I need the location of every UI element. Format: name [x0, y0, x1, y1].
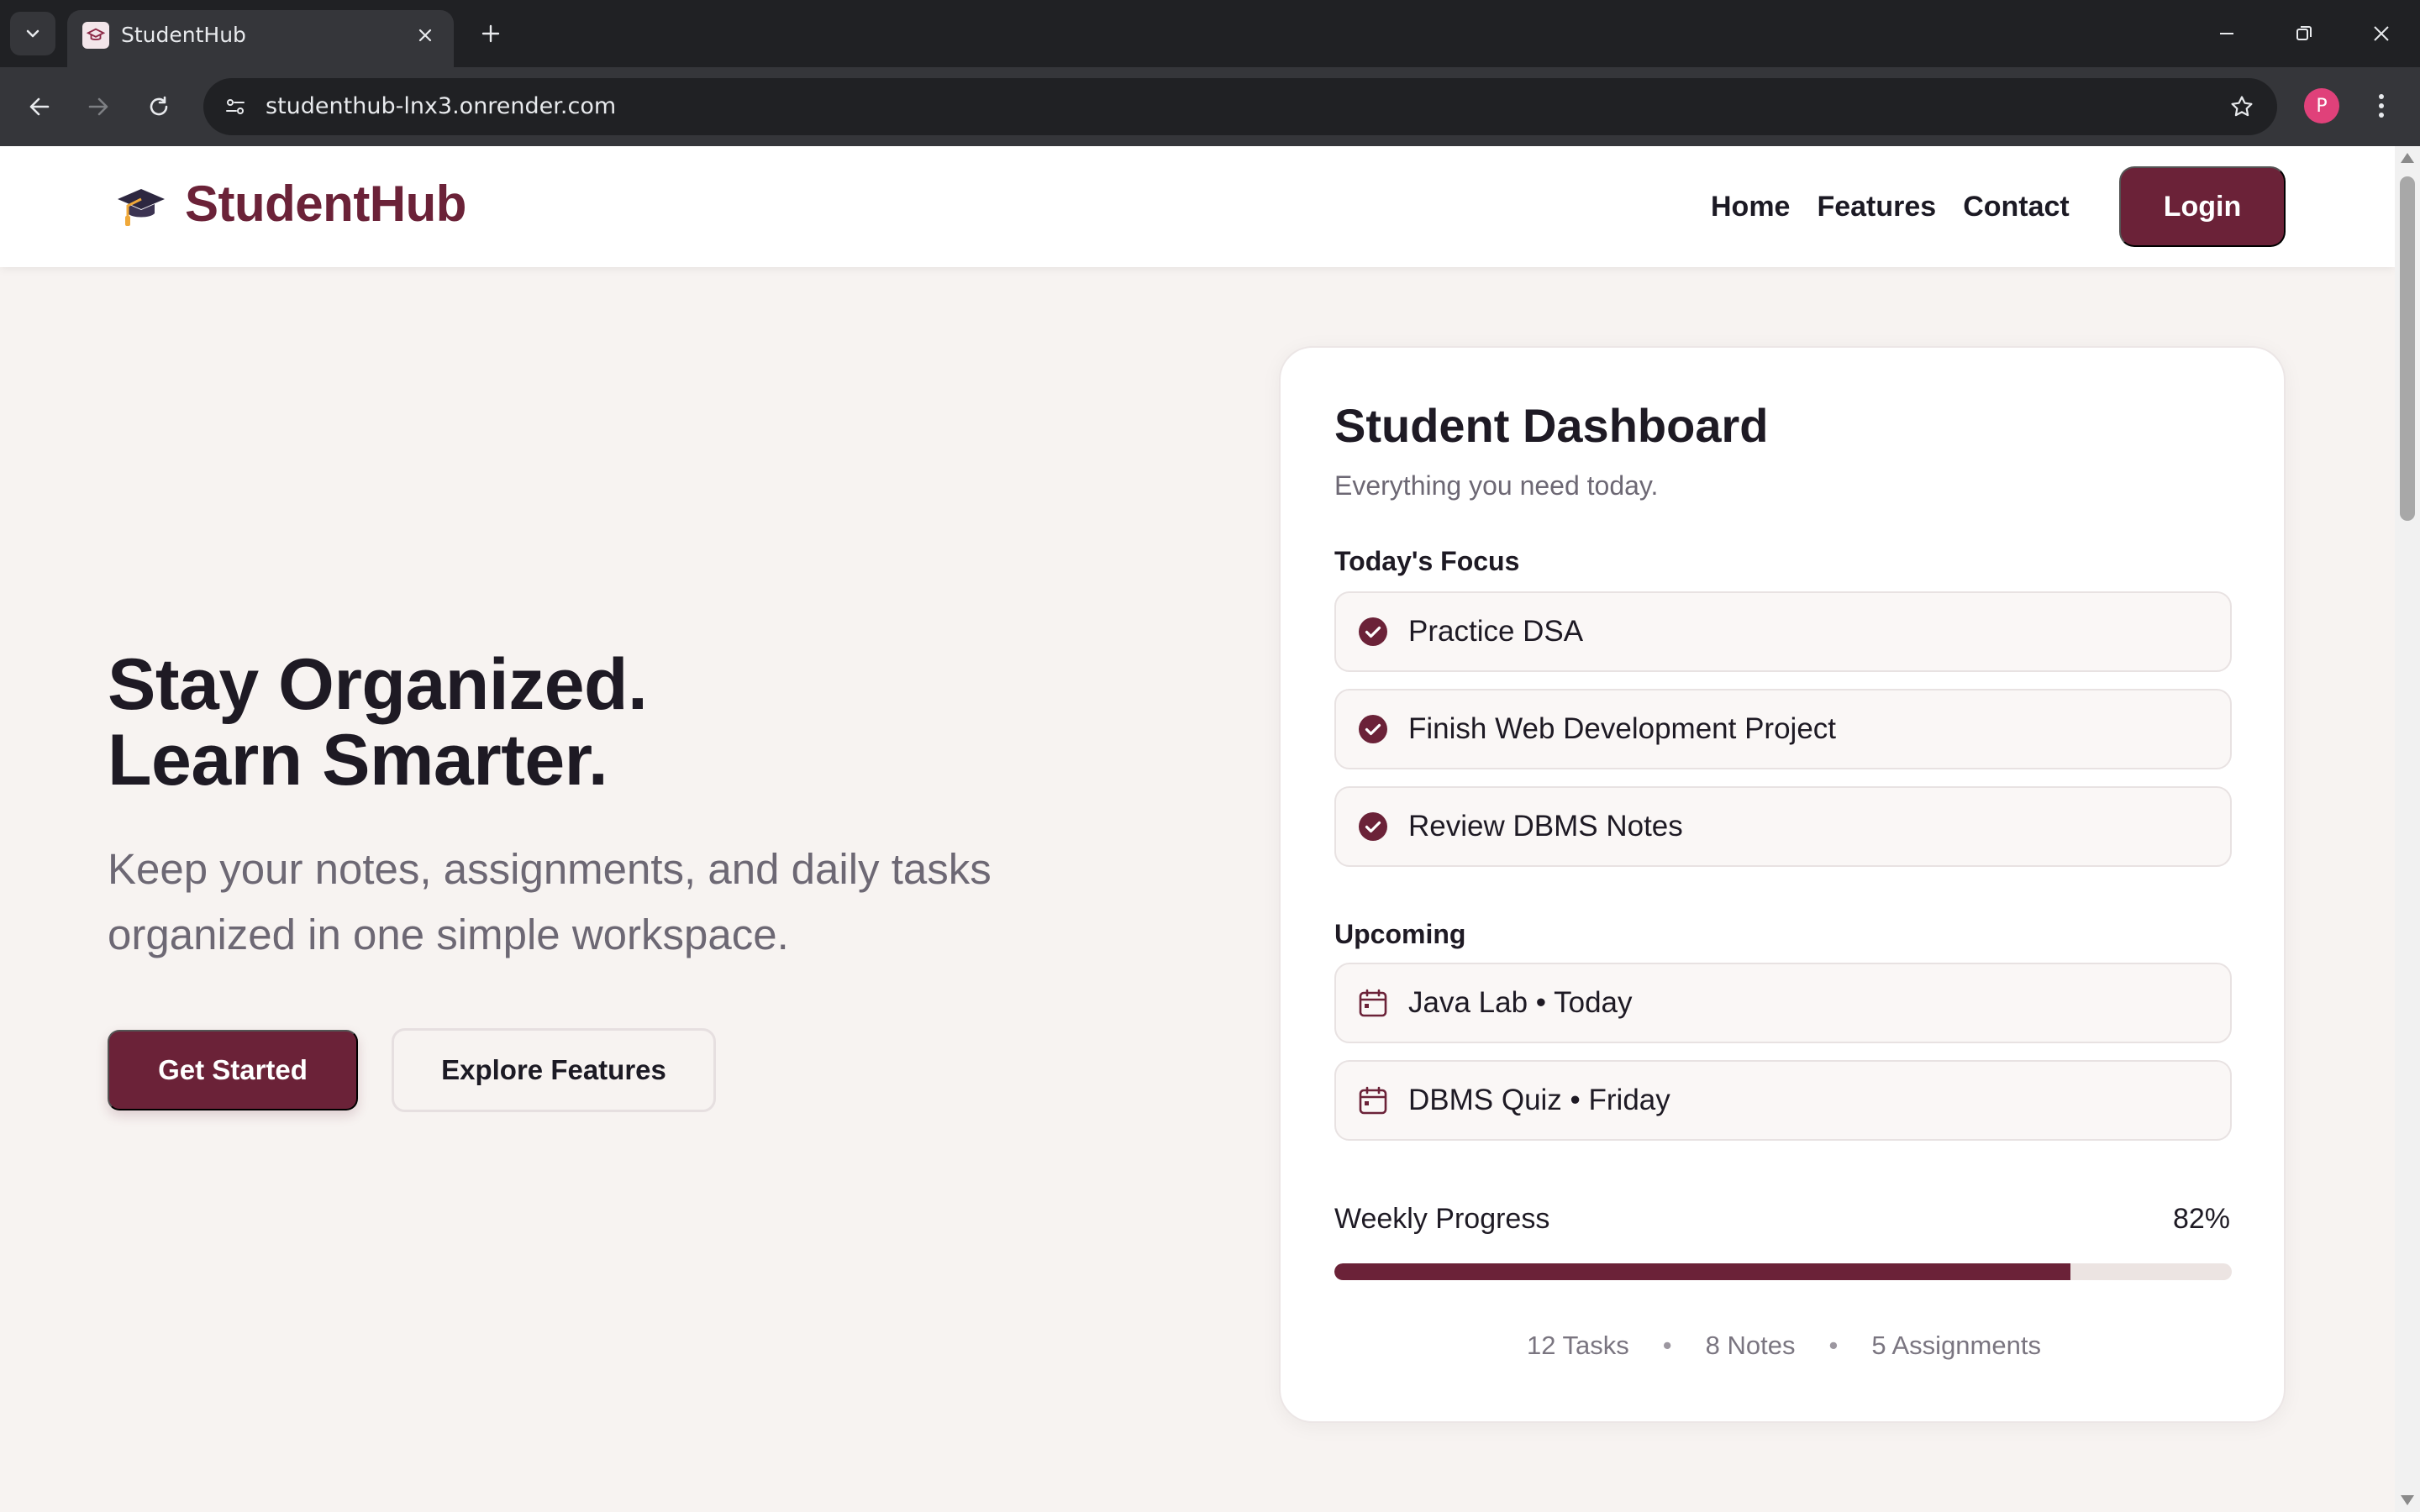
scroll-down-arrow-icon[interactable]: [2401, 1495, 2414, 1505]
reload-icon[interactable]: [138, 86, 180, 128]
forward-arrow-icon[interactable]: [77, 86, 119, 128]
calendar-icon: [1358, 988, 1388, 1018]
hero-title: Stay Organized. Learn Smarter.: [108, 644, 648, 801]
scroll-up-arrow-icon[interactable]: [2401, 153, 2414, 163]
site-settings-icon[interactable]: [215, 87, 255, 127]
dashboard-subtitle: Everything you need today.: [1334, 470, 1659, 501]
stat-separator: •: [1828, 1331, 1839, 1360]
chevron-down-icon: [26, 29, 39, 38]
url-text: studenthub-lnx3.onrender.com: [266, 93, 617, 119]
weekly-progress-fill: [1334, 1263, 2070, 1280]
dashboard-title: Student Dashboard: [1334, 399, 1769, 452]
get-started-button[interactable]: Get Started: [108, 1030, 358, 1110]
upcoming-item-text: Java Lab • Today: [1408, 986, 1633, 1019]
tab-close-icon[interactable]: [412, 22, 439, 49]
check-circle-icon: [1358, 617, 1388, 647]
main-nav: Home Features Contact: [1711, 188, 2096, 225]
scrollbar-thumb[interactable]: [2400, 176, 2415, 521]
window-restore-icon[interactable]: [2279, 15, 2329, 52]
browser-tab-active[interactable]: StudentHub: [67, 10, 454, 67]
site-header: StudentHub Home Features Contact Login: [0, 146, 2395, 267]
hero-title-line-1: Stay Organized.: [108, 644, 648, 725]
weekly-progress-label: Weekly Progress: [1334, 1203, 1550, 1235]
focus-item[interactable]: Practice DSA: [1334, 591, 2232, 672]
browser-tab-bar: StudentHub: [0, 0, 2420, 67]
focus-item-text: Review DBMS Notes: [1408, 810, 1683, 843]
stat-notes: 8 Notes: [1705, 1331, 1796, 1360]
tab-title: StudentHub: [121, 23, 246, 47]
bookmark-star-icon[interactable]: [2222, 87, 2262, 127]
todays-focus-label: Today's Focus: [1334, 546, 1520, 576]
back-arrow-icon[interactable]: [18, 86, 60, 128]
browser-menu-icon[interactable]: [2363, 86, 2400, 126]
dashboard-stats: 12 Tasks • 8 Notes • 5 Assignments: [1281, 1331, 2287, 1361]
new-tab-plus-icon[interactable]: [471, 13, 511, 54]
check-circle-icon: [1358, 714, 1388, 744]
focus-item-text: Practice DSA: [1408, 615, 1584, 648]
page-viewport: StudentHub Home Features Contact Login S…: [0, 146, 2395, 1512]
focus-item[interactable]: Review DBMS Notes: [1334, 786, 2232, 867]
dashboard-card: Student Dashboard Everything you need to…: [1279, 346, 2286, 1423]
window-minimize-icon[interactable]: [2202, 15, 2252, 52]
tab-search-button[interactable]: [10, 12, 55, 55]
stat-separator: •: [1662, 1331, 1672, 1360]
address-bar[interactable]: studenthub-lnx3.onrender.com: [203, 78, 2277, 135]
login-button[interactable]: Login: [2119, 166, 2286, 247]
weekly-progress-value: 82%: [2172, 1203, 2230, 1235]
brand-logo[interactable]: StudentHub: [114, 175, 466, 233]
focus-item[interactable]: Finish Web Development Project: [1334, 689, 2232, 769]
stat-assignments: 5 Assignments: [1871, 1331, 2041, 1360]
upcoming-item-text: DBMS Quiz • Friday: [1408, 1084, 1670, 1116]
hero-subtitle: Keep your notes, assignments, and daily …: [108, 845, 992, 958]
explore-features-button[interactable]: Explore Features: [392, 1028, 716, 1112]
upcoming-label: Upcoming: [1334, 919, 1466, 949]
weekly-progress-bar: [1334, 1263, 2232, 1280]
graduation-cap-icon: [118, 188, 165, 226]
focus-item-text: Finish Web Development Project: [1408, 712, 1837, 745]
upcoming-item[interactable]: Java Lab • Today: [1334, 963, 2232, 1043]
stat-tasks: 12 Tasks: [1527, 1331, 1629, 1360]
nav-features-link[interactable]: Features: [1817, 188, 1936, 225]
site-favicon-icon: [82, 22, 109, 49]
nav-home-link[interactable]: Home: [1711, 188, 1790, 225]
profile-avatar[interactable]: P: [2304, 88, 2339, 123]
page-scrollbar[interactable]: [2395, 146, 2420, 1512]
hero-title-line-2: Learn Smarter.: [108, 720, 608, 801]
upcoming-item[interactable]: DBMS Quiz • Friday: [1334, 1060, 2232, 1141]
calendar-icon: [1358, 1085, 1388, 1116]
browser-toolbar: studenthub-lnx3.onrender.com: [0, 67, 2420, 146]
brand-name: StudentHub: [185, 176, 466, 232]
window-close-icon[interactable]: [2356, 15, 2407, 52]
nav-contact-link[interactable]: Contact: [1963, 188, 2070, 225]
check-circle-icon: [1358, 811, 1388, 842]
